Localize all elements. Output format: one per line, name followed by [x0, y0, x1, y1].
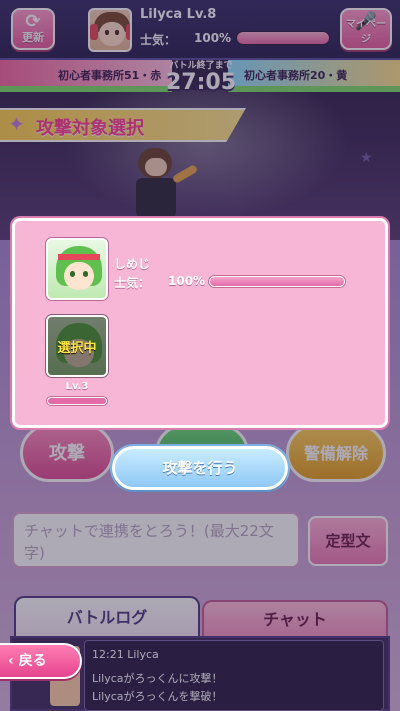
execute-attack-label: 攻撃を行う [162, 459, 238, 477]
selected-level-bar-fill [48, 398, 106, 404]
chevron-left-icon: ‹ [8, 653, 14, 669]
target-morale-value: 100% [168, 274, 206, 288]
target-card[interactable] [46, 238, 108, 300]
target-morale-label: 士気： [114, 276, 151, 290]
selected-badge: 選択中 [57, 341, 97, 356]
selected-level-bar [46, 396, 108, 406]
target-name: しめじ [114, 257, 151, 271]
back-label: 戻る [18, 653, 47, 669]
back-button[interactable]: ‹ 戻る [0, 643, 82, 679]
execute-attack-button[interactable]: 攻撃を行う [112, 446, 288, 490]
selected-level: Lv.3 [65, 381, 89, 392]
selected-target-card[interactable]: 選択中 [46, 315, 108, 377]
target-morale-bar-fill [210, 277, 344, 286]
target-morale-bar [208, 275, 346, 288]
